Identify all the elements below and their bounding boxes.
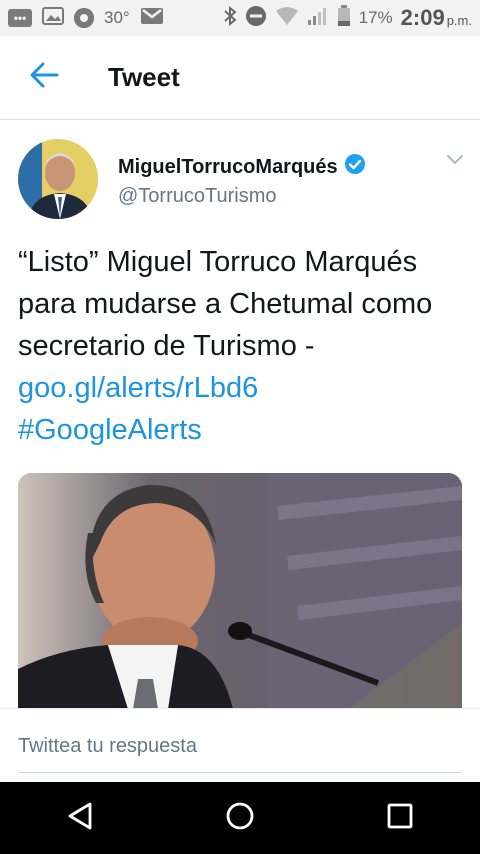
- circle-home-icon: [225, 801, 255, 836]
- square-recents-icon: [386, 802, 414, 835]
- triangle-back-icon: [66, 801, 94, 836]
- tweet-text-body: “Listo” Miguel Torruco Marqués para muda…: [18, 246, 433, 362]
- nav-back-button[interactable]: [48, 786, 112, 850]
- verified-badge-icon: [344, 153, 366, 181]
- tweet-link[interactable]: goo.gl/alerts/rLbd6: [18, 372, 258, 404]
- tweet-text: “Listo” Miguel Torruco Marqués para muda…: [18, 241, 466, 451]
- chrome-icon: [74, 8, 94, 28]
- tweet-media-image[interactable]: [18, 473, 462, 709]
- status-bar-right: 17% 2:09 p.m.: [223, 4, 472, 32]
- status-bar: ••• 30° 17% 2:09 p.m.: [0, 0, 480, 36]
- avatar[interactable]: [18, 139, 98, 219]
- clock-time: 2:09: [400, 5, 445, 30]
- battery-icon: [337, 4, 351, 32]
- clock: 2:09 p.m.: [401, 5, 472, 31]
- nav-home-button[interactable]: [208, 786, 272, 850]
- signal-icon: [307, 6, 329, 31]
- gmail-icon: [140, 7, 164, 30]
- status-bar-left: ••• 30°: [8, 6, 164, 30]
- arrow-left-icon: [29, 62, 59, 93]
- display-name[interactable]: MiguelTorrucoMarqués: [118, 153, 366, 181]
- gallery-icon: [42, 6, 64, 30]
- tweet-hashtag[interactable]: #GoogleAlerts: [18, 414, 202, 446]
- temperature-text: 30°: [104, 8, 130, 27]
- do-not-disturb-icon: [245, 5, 267, 32]
- system-navigation-bar: [0, 782, 480, 854]
- clock-ampm: p.m.: [446, 13, 472, 28]
- messages-icon: •••: [8, 9, 32, 27]
- reply-input[interactable]: Twittea tu respuesta: [18, 727, 462, 773]
- bluetooth-icon: [223, 5, 237, 31]
- page-title: Tweet: [108, 62, 180, 92]
- user-handle[interactable]: @TorrucoTurismo: [118, 185, 276, 208]
- top-app-bar: Tweet: [0, 36, 480, 120]
- back-button[interactable]: [16, 50, 72, 106]
- display-name-text: MiguelTorrucoMarqués: [118, 155, 338, 178]
- wifi-icon: [275, 6, 299, 31]
- tweet-menu-button[interactable]: [442, 149, 468, 175]
- battery-percent: 17%: [358, 8, 393, 27]
- nav-recents-button[interactable]: [368, 786, 432, 850]
- reply-bar: Twittea tu respuesta: [0, 708, 480, 782]
- chevron-down-icon: [446, 153, 464, 171]
